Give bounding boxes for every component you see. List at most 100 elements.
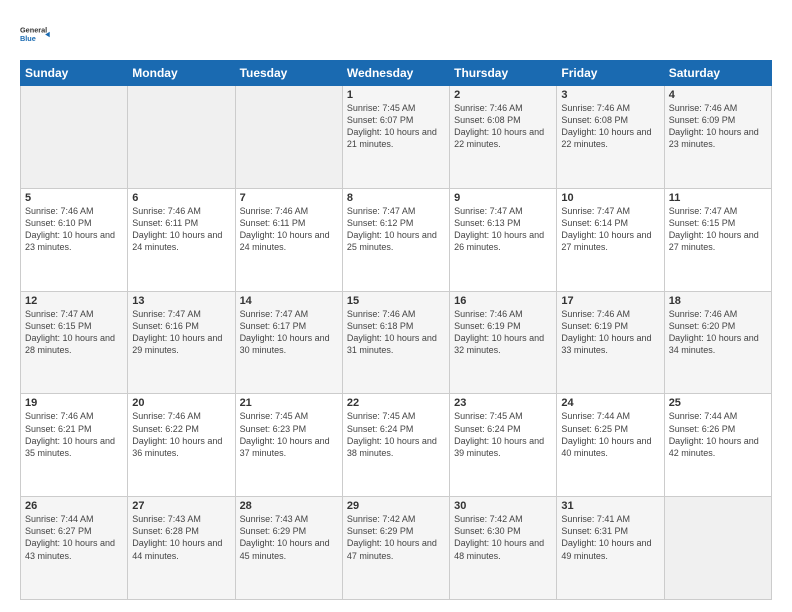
- day-number: 9: [454, 192, 552, 204]
- day-number: 28: [240, 500, 338, 512]
- day-info: Sunrise: 7:44 AM Sunset: 6:27 PM Dayligh…: [25, 513, 123, 562]
- week-row-5: 26Sunrise: 7:44 AM Sunset: 6:27 PM Dayli…: [21, 497, 772, 600]
- day-number: 3: [561, 89, 659, 101]
- day-number: 15: [347, 295, 445, 307]
- col-header-wednesday: Wednesday: [342, 61, 449, 86]
- day-info: Sunrise: 7:46 AM Sunset: 6:10 PM Dayligh…: [25, 205, 123, 254]
- day-info: Sunrise: 7:45 AM Sunset: 6:24 PM Dayligh…: [347, 410, 445, 459]
- day-info: Sunrise: 7:42 AM Sunset: 6:29 PM Dayligh…: [347, 513, 445, 562]
- day-cell: 29Sunrise: 7:42 AM Sunset: 6:29 PM Dayli…: [342, 497, 449, 600]
- svg-text:Blue: Blue: [20, 34, 36, 43]
- day-number: 18: [669, 295, 767, 307]
- day-info: Sunrise: 7:47 AM Sunset: 6:14 PM Dayligh…: [561, 205, 659, 254]
- day-cell: 26Sunrise: 7:44 AM Sunset: 6:27 PM Dayli…: [21, 497, 128, 600]
- svg-text:General: General: [20, 26, 47, 35]
- day-number: 23: [454, 397, 552, 409]
- day-cell: 8Sunrise: 7:47 AM Sunset: 6:12 PM Daylig…: [342, 188, 449, 291]
- day-number: 17: [561, 295, 659, 307]
- day-info: Sunrise: 7:46 AM Sunset: 6:18 PM Dayligh…: [347, 308, 445, 357]
- day-info: Sunrise: 7:43 AM Sunset: 6:28 PM Dayligh…: [132, 513, 230, 562]
- day-info: Sunrise: 7:46 AM Sunset: 6:09 PM Dayligh…: [669, 102, 767, 151]
- header: GeneralBlue: [20, 18, 772, 50]
- day-cell: 17Sunrise: 7:46 AM Sunset: 6:19 PM Dayli…: [557, 291, 664, 394]
- day-info: Sunrise: 7:47 AM Sunset: 6:17 PM Dayligh…: [240, 308, 338, 357]
- day-cell: 18Sunrise: 7:46 AM Sunset: 6:20 PM Dayli…: [664, 291, 771, 394]
- day-info: Sunrise: 7:47 AM Sunset: 6:16 PM Dayligh…: [132, 308, 230, 357]
- day-info: Sunrise: 7:47 AM Sunset: 6:15 PM Dayligh…: [25, 308, 123, 357]
- logo: GeneralBlue: [20, 18, 52, 50]
- day-info: Sunrise: 7:46 AM Sunset: 6:11 PM Dayligh…: [240, 205, 338, 254]
- day-number: 20: [132, 397, 230, 409]
- day-cell: 13Sunrise: 7:47 AM Sunset: 6:16 PM Dayli…: [128, 291, 235, 394]
- day-info: Sunrise: 7:45 AM Sunset: 6:07 PM Dayligh…: [347, 102, 445, 151]
- day-info: Sunrise: 7:47 AM Sunset: 6:12 PM Dayligh…: [347, 205, 445, 254]
- day-info: Sunrise: 7:44 AM Sunset: 6:26 PM Dayligh…: [669, 410, 767, 459]
- day-cell: [664, 497, 771, 600]
- day-cell: 10Sunrise: 7:47 AM Sunset: 6:14 PM Dayli…: [557, 188, 664, 291]
- day-number: 30: [454, 500, 552, 512]
- col-header-thursday: Thursday: [450, 61, 557, 86]
- col-header-tuesday: Tuesday: [235, 61, 342, 86]
- day-number: 1: [347, 89, 445, 101]
- day-info: Sunrise: 7:46 AM Sunset: 6:19 PM Dayligh…: [561, 308, 659, 357]
- day-info: Sunrise: 7:46 AM Sunset: 6:11 PM Dayligh…: [132, 205, 230, 254]
- day-number: 6: [132, 192, 230, 204]
- day-number: 22: [347, 397, 445, 409]
- day-cell: 15Sunrise: 7:46 AM Sunset: 6:18 PM Dayli…: [342, 291, 449, 394]
- day-number: 5: [25, 192, 123, 204]
- day-cell: 14Sunrise: 7:47 AM Sunset: 6:17 PM Dayli…: [235, 291, 342, 394]
- day-cell: 22Sunrise: 7:45 AM Sunset: 6:24 PM Dayli…: [342, 394, 449, 497]
- day-cell: 25Sunrise: 7:44 AM Sunset: 6:26 PM Dayli…: [664, 394, 771, 497]
- day-cell: 19Sunrise: 7:46 AM Sunset: 6:21 PM Dayli…: [21, 394, 128, 497]
- day-cell: [21, 86, 128, 189]
- day-number: 4: [669, 89, 767, 101]
- day-cell: 30Sunrise: 7:42 AM Sunset: 6:30 PM Dayli…: [450, 497, 557, 600]
- day-number: 12: [25, 295, 123, 307]
- day-cell: 27Sunrise: 7:43 AM Sunset: 6:28 PM Dayli…: [128, 497, 235, 600]
- day-info: Sunrise: 7:42 AM Sunset: 6:30 PM Dayligh…: [454, 513, 552, 562]
- col-header-saturday: Saturday: [664, 61, 771, 86]
- day-cell: 5Sunrise: 7:46 AM Sunset: 6:10 PM Daylig…: [21, 188, 128, 291]
- day-info: Sunrise: 7:45 AM Sunset: 6:23 PM Dayligh…: [240, 410, 338, 459]
- day-number: 24: [561, 397, 659, 409]
- calendar: SundayMondayTuesdayWednesdayThursdayFrid…: [20, 60, 772, 600]
- day-number: 2: [454, 89, 552, 101]
- day-cell: 20Sunrise: 7:46 AM Sunset: 6:22 PM Dayli…: [128, 394, 235, 497]
- day-cell: 7Sunrise: 7:46 AM Sunset: 6:11 PM Daylig…: [235, 188, 342, 291]
- day-info: Sunrise: 7:46 AM Sunset: 6:19 PM Dayligh…: [454, 308, 552, 357]
- day-number: 14: [240, 295, 338, 307]
- day-cell: 16Sunrise: 7:46 AM Sunset: 6:19 PM Dayli…: [450, 291, 557, 394]
- day-info: Sunrise: 7:45 AM Sunset: 6:24 PM Dayligh…: [454, 410, 552, 459]
- day-info: Sunrise: 7:46 AM Sunset: 6:08 PM Dayligh…: [454, 102, 552, 151]
- day-cell: [128, 86, 235, 189]
- page: GeneralBlue SundayMondayTuesdayWednesday…: [0, 0, 792, 612]
- day-number: 8: [347, 192, 445, 204]
- day-info: Sunrise: 7:46 AM Sunset: 6:21 PM Dayligh…: [25, 410, 123, 459]
- day-number: 7: [240, 192, 338, 204]
- day-number: 25: [669, 397, 767, 409]
- day-number: 11: [669, 192, 767, 204]
- day-cell: 4Sunrise: 7:46 AM Sunset: 6:09 PM Daylig…: [664, 86, 771, 189]
- day-info: Sunrise: 7:44 AM Sunset: 6:25 PM Dayligh…: [561, 410, 659, 459]
- day-number: 21: [240, 397, 338, 409]
- col-header-monday: Monday: [128, 61, 235, 86]
- day-cell: 6Sunrise: 7:46 AM Sunset: 6:11 PM Daylig…: [128, 188, 235, 291]
- day-cell: 24Sunrise: 7:44 AM Sunset: 6:25 PM Dayli…: [557, 394, 664, 497]
- day-info: Sunrise: 7:47 AM Sunset: 6:15 PM Dayligh…: [669, 205, 767, 254]
- week-row-3: 12Sunrise: 7:47 AM Sunset: 6:15 PM Dayli…: [21, 291, 772, 394]
- day-info: Sunrise: 7:43 AM Sunset: 6:29 PM Dayligh…: [240, 513, 338, 562]
- col-header-sunday: Sunday: [21, 61, 128, 86]
- day-info: Sunrise: 7:46 AM Sunset: 6:20 PM Dayligh…: [669, 308, 767, 357]
- day-number: 19: [25, 397, 123, 409]
- day-number: 26: [25, 500, 123, 512]
- week-row-4: 19Sunrise: 7:46 AM Sunset: 6:21 PM Dayli…: [21, 394, 772, 497]
- day-cell: 31Sunrise: 7:41 AM Sunset: 6:31 PM Dayli…: [557, 497, 664, 600]
- day-info: Sunrise: 7:47 AM Sunset: 6:13 PM Dayligh…: [454, 205, 552, 254]
- day-cell: 21Sunrise: 7:45 AM Sunset: 6:23 PM Dayli…: [235, 394, 342, 497]
- day-number: 10: [561, 192, 659, 204]
- day-number: 31: [561, 500, 659, 512]
- day-cell: 28Sunrise: 7:43 AM Sunset: 6:29 PM Dayli…: [235, 497, 342, 600]
- day-cell: 12Sunrise: 7:47 AM Sunset: 6:15 PM Dayli…: [21, 291, 128, 394]
- day-number: 16: [454, 295, 552, 307]
- col-header-friday: Friday: [557, 61, 664, 86]
